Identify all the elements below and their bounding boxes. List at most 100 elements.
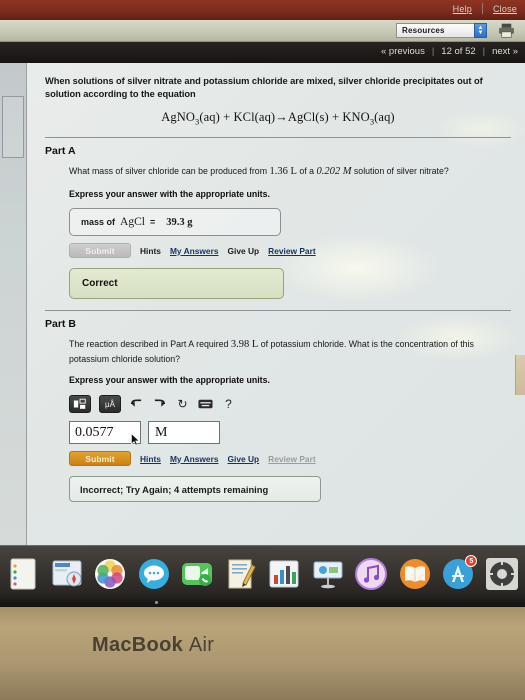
dock-facetime-icon[interactable]: [180, 557, 214, 591]
part-a-volume: 1.36 L: [269, 166, 297, 178]
help-icon[interactable]: ?: [221, 396, 236, 412]
part-a-question-post: solution of silver nitrate?: [351, 166, 449, 177]
part-a-hints-link[interactable]: Hints: [140, 246, 161, 256]
part-a-body: What mass of silver chloride can be prod…: [45, 164, 511, 300]
part-a-question-pre: What mass of silver chloride can be prod…: [69, 166, 270, 177]
dock-keynote-icon[interactable]: [311, 557, 345, 591]
dock-system-preferences-icon[interactable]: [485, 557, 519, 591]
problem-page: When solutions of silver nitrate and pot…: [27, 63, 525, 545]
part-b-question: The reaction described in Part A require…: [69, 337, 507, 366]
screenshot-root: Help Close Resources ▲ ▼ « previous | 12 …: [0, 0, 525, 700]
close-link[interactable]: Close: [493, 4, 517, 14]
part-b-review-part-link[interactable]: Review Part: [268, 454, 315, 464]
equation-plus-2: +: [332, 109, 340, 124]
keyboard-icon[interactable]: [198, 396, 213, 412]
section-divider-a: [45, 137, 511, 139]
part-a-concentration: 0.202 M: [316, 166, 352, 178]
resources-toolbar: Resources ▲ ▼: [0, 20, 525, 42]
laptop-brand-label: MacBook Air: [92, 634, 214, 657]
equation-plus-1: +: [223, 109, 231, 124]
part-b-hints-link[interactable]: Hints: [140, 454, 161, 464]
dock-numbers-icon[interactable]: [267, 557, 301, 591]
mouse-cursor-icon: [131, 433, 140, 446]
dock-contacts-icon[interactable]: [6, 557, 40, 591]
part-a-answer-equals: =: [149, 217, 156, 228]
dock-items: 5: [6, 554, 519, 594]
part-a-submit-button[interactable]: Submit: [69, 243, 131, 259]
reset-icon[interactable]: ↻: [175, 396, 190, 412]
part-a-feedback-correct: Correct: [69, 268, 284, 300]
part-a-answer-label: mass of: [81, 217, 116, 228]
dock-ibooks-icon[interactable]: [398, 557, 432, 591]
part-b-feedback-incorrect: Incorrect; Try Again; 4 attempts remaini…: [69, 476, 321, 503]
laptop-lid: MacBook Air: [0, 607, 525, 700]
dock-photos-icon[interactable]: [93, 557, 127, 591]
part-b-title: Part B: [45, 318, 76, 331]
dock-appstore-icon[interactable]: 5: [441, 555, 478, 591]
problem-counter: 12 of 52: [441, 46, 476, 57]
sidebar-placeholder-box: [2, 96, 24, 158]
laptop-brand: MacBook: [92, 634, 184, 656]
problem-nav-bar: « previous | 12 of 52 | next »: [0, 42, 525, 63]
dock-messages-icon[interactable]: [137, 557, 171, 591]
problem-nav-links: « previous | 12 of 52 | next »: [381, 46, 518, 57]
nav-divider-2: |: [482, 46, 486, 57]
printer-icon[interactable]: [498, 23, 515, 38]
resources-dropdown-label[interactable]: Resources: [396, 23, 474, 38]
help-link[interactable]: Help: [453, 4, 472, 14]
part-a-give-up-link[interactable]: Give Up: [228, 246, 260, 256]
equation-reactant-1: AgNO: [161, 109, 196, 124]
chemical-equation: AgNO3(aq) + KCl(aq)→AgCl(s) + KNO3(aq): [45, 110, 511, 127]
equation-reactant-2: KCl(aq): [233, 109, 276, 124]
part-b-question-pre: The reaction described in Part A require…: [69, 339, 231, 350]
part-b-my-answers-link[interactable]: My Answers: [170, 454, 219, 464]
undo-icon[interactable]: [129, 396, 144, 412]
laptop-model: Air: [188, 634, 215, 656]
app-top-bar: Help Close: [0, 0, 525, 20]
appstore-badge: 5: [465, 555, 478, 567]
equation-product-2: KNO: [342, 109, 370, 124]
part-a-question: What mass of silver chloride can be prod…: [69, 164, 507, 180]
part-a-review-part-link[interactable]: Review Part: [268, 246, 315, 256]
part-b-math-toolbar: μÅ ↻ ?: [69, 394, 507, 414]
part-a-question-mid: of a: [296, 166, 317, 177]
part-b-answer-inputs: 0.0577 M: [69, 421, 507, 446]
units-icon[interactable]: μÅ: [99, 395, 121, 414]
part-b-volume: 3.98 L: [230, 339, 259, 351]
top-bar-links: Help Close: [453, 3, 517, 14]
top-bar-divider: [481, 3, 483, 14]
equation-product-2-state: (aq): [374, 109, 395, 124]
part-a-my-answers-link[interactable]: My Answers: [170, 246, 219, 256]
redo-icon[interactable]: [152, 396, 167, 412]
resources-dropdown[interactable]: Resources ▲ ▼: [396, 23, 487, 38]
part-b-give-up-link[interactable]: Give Up: [228, 454, 260, 464]
problem-intro-text: When solutions of silver nitrate and pot…: [45, 76, 483, 100]
part-b-body: The reaction described in Part A require…: [45, 337, 511, 503]
next-link[interactable]: next »: [492, 46, 518, 57]
part-a-title: Part A: [45, 145, 76, 158]
right-edge-window-peek: [515, 355, 525, 395]
dock-indicator-dot: [155, 601, 158, 604]
app-left-sidebar: [0, 63, 27, 545]
part-a-express-note: Express your answer with the appropriate…: [69, 189, 270, 200]
dock-itunes-icon[interactable]: [354, 557, 388, 591]
part-b-unit-input[interactable]: M: [148, 421, 220, 445]
equation-product-1: AgCl(s): [287, 109, 329, 124]
macos-dock: 5: [0, 545, 525, 607]
section-divider-b: [45, 310, 511, 312]
equation-reactant-1-state: (aq): [199, 109, 220, 124]
dock-safari-icon[interactable]: [50, 557, 84, 591]
part-a-answer-field[interactable]: mass of AgCl = 39.3 g: [69, 208, 281, 237]
part-a-answer-species: AgCl: [120, 216, 145, 229]
part-b-express-note: Express your answer with the appropriate…: [69, 375, 270, 386]
part-a-actions: Submit Hints My Answers Give Up Review P…: [69, 243, 507, 259]
previous-link[interactable]: « previous: [381, 46, 425, 57]
part-b-actions: Submit Hints My Answers Give Up Review P…: [69, 451, 507, 467]
nav-divider-1: |: [431, 46, 435, 57]
template-icon[interactable]: [69, 395, 91, 414]
equation-arrow: →: [275, 109, 288, 124]
part-b-submit-button[interactable]: Submit: [69, 451, 131, 467]
part-a-answer-value: 39.3 g: [166, 216, 193, 228]
dock-pages-icon[interactable]: [224, 557, 258, 591]
chevron-updown-icon[interactable]: ▲ ▼: [474, 23, 487, 38]
